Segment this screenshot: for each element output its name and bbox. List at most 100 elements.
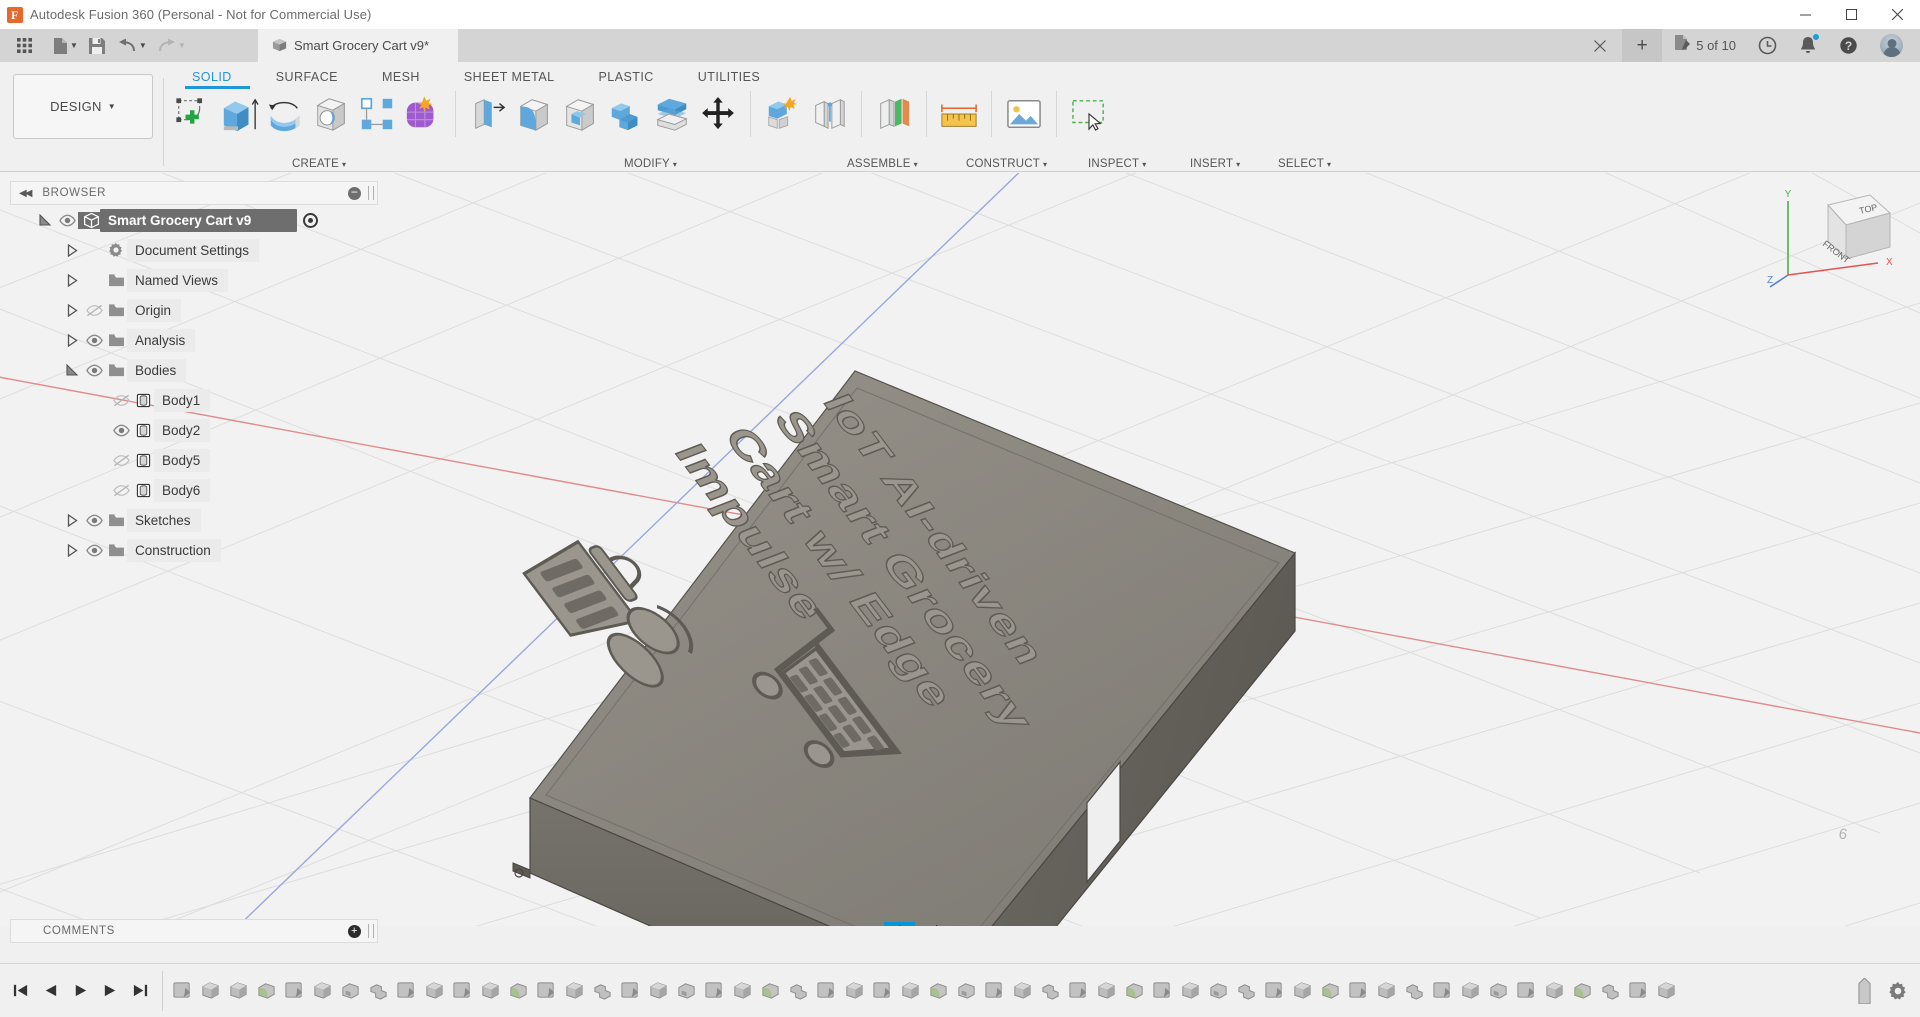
timeline-feature-item[interactable] bbox=[645, 977, 672, 1005]
document-tab[interactable]: Smart Grocery Cart v9* bbox=[258, 29, 458, 62]
ribbon-tab-mesh[interactable]: MESH bbox=[360, 68, 442, 86]
timeline-feature-item[interactable] bbox=[505, 977, 532, 1005]
ribbon-tab-plastic[interactable]: PLASTIC bbox=[577, 68, 676, 86]
browser-tree-item-analysis[interactable]: Analysis bbox=[10, 325, 378, 355]
timeline-feature-item[interactable] bbox=[1569, 977, 1596, 1005]
timeline-feature-item[interactable] bbox=[561, 977, 588, 1005]
timeline-feature-item[interactable] bbox=[981, 977, 1008, 1005]
close-button[interactable] bbox=[1874, 0, 1920, 29]
grid-snap-tool[interactable]: ▼ bbox=[1030, 922, 1071, 926]
select-tool[interactable] bbox=[1068, 90, 1110, 138]
notifications-bell-icon[interactable] bbox=[1788, 29, 1828, 62]
timeline-feature-item[interactable] bbox=[1009, 977, 1036, 1005]
pattern-tool[interactable] bbox=[356, 90, 398, 138]
viewports-tool[interactable]: ▼ bbox=[1071, 922, 1112, 926]
extrude-tool[interactable] bbox=[218, 90, 260, 138]
tree-expander-collapsed-icon[interactable] bbox=[65, 303, 79, 317]
minimize-panel-icon[interactable]: − bbox=[348, 187, 361, 200]
joint-tool[interactable] bbox=[808, 90, 850, 138]
timeline-feature-item[interactable] bbox=[1093, 977, 1120, 1005]
timeline-feature-item[interactable] bbox=[1037, 977, 1064, 1005]
panel-label-modify[interactable]: MODIFY▾ bbox=[624, 158, 677, 170]
visibility-eye-off-icon[interactable] bbox=[110, 484, 132, 497]
combine-tool[interactable] bbox=[605, 90, 647, 138]
help-icon[interactable]: ? bbox=[1828, 29, 1869, 62]
timeline-feature-item[interactable] bbox=[365, 977, 392, 1005]
browser-tree-item-smart-grocery-cart-v9[interactable]: Smart Grocery Cart v9 bbox=[10, 205, 378, 235]
timeline-feature-item[interactable] bbox=[393, 977, 420, 1005]
timeline-feature-item[interactable] bbox=[1513, 977, 1540, 1005]
ribbon-tab-solid[interactable]: SOLID bbox=[170, 68, 254, 86]
activate-component-radio[interactable] bbox=[303, 213, 318, 228]
browser-tree-item-body5[interactable]: Body5 bbox=[10, 445, 378, 475]
pan-tool[interactable] bbox=[884, 922, 915, 926]
browser-tree-item-sketches[interactable]: Sketches bbox=[10, 505, 378, 535]
user-avatar[interactable] bbox=[1869, 29, 1914, 62]
collapse-panel-icon[interactable]: ◀◀ bbox=[19, 188, 30, 199]
browser-tree-item-origin[interactable]: Origin bbox=[10, 295, 378, 325]
visibility-eye-off-icon[interactable] bbox=[83, 304, 105, 317]
timeline-feature-item[interactable] bbox=[421, 977, 448, 1005]
form-tool[interactable] bbox=[402, 90, 444, 138]
ribbon-tab-sheet-metal[interactable]: SHEET METAL bbox=[442, 68, 577, 86]
document-tab-close-button[interactable] bbox=[1578, 29, 1622, 62]
undo-button[interactable]: ▼ bbox=[118, 29, 147, 62]
browser-tree-item-body1[interactable]: Body1 bbox=[10, 385, 378, 415]
new-component-tool[interactable] bbox=[762, 90, 804, 138]
tree-expander-collapsed-icon[interactable] bbox=[65, 243, 79, 257]
move-copy-tool[interactable] bbox=[697, 90, 739, 138]
visibility-eye-icon[interactable] bbox=[83, 364, 105, 377]
panel-label-assemble[interactable]: ASSEMBLE▾ bbox=[847, 158, 918, 170]
timeline-feature-item[interactable] bbox=[1065, 977, 1092, 1005]
browser-tree-item-body6[interactable]: Body6 bbox=[10, 475, 378, 505]
ribbon-tab-utilities[interactable]: UTILITIES bbox=[676, 68, 782, 86]
browser-tree-item-named-views[interactable]: Named Views bbox=[10, 265, 378, 295]
timeline-feature-item[interactable] bbox=[225, 977, 252, 1005]
visibility-eye-icon[interactable] bbox=[83, 544, 105, 557]
timeline-feature-item[interactable] bbox=[449, 977, 476, 1005]
timeline-feature-item[interactable] bbox=[953, 977, 980, 1005]
timeline-feature-item[interactable] bbox=[1485, 977, 1512, 1005]
sphere-tool[interactable] bbox=[310, 90, 352, 138]
timeline-feature-item[interactable] bbox=[841, 977, 868, 1005]
timeline-feature-item[interactable] bbox=[589, 977, 616, 1005]
timeline-feature-item[interactable] bbox=[1261, 977, 1288, 1005]
minimize-button[interactable] bbox=[1782, 0, 1828, 29]
panel-label-construct[interactable]: CONSTRUCT▾ bbox=[966, 158, 1047, 170]
chevron-down-icon[interactable]: ▼ bbox=[139, 41, 147, 50]
visibility-eye-icon[interactable] bbox=[83, 334, 105, 347]
look-at-tool[interactable] bbox=[853, 922, 884, 926]
timeline-feature-item[interactable] bbox=[1429, 977, 1456, 1005]
resize-grip[interactable] bbox=[368, 186, 374, 200]
timeline-feature-item[interactable] bbox=[1373, 977, 1400, 1005]
workspace-switcher-button[interactable]: DESIGN ▼ bbox=[13, 74, 153, 139]
browser-tree-item-bodies[interactable]: Bodies bbox=[10, 355, 378, 385]
view-cube[interactable]: Y X Z TOP FRONT bbox=[1766, 183, 1896, 293]
timeline-feature-item[interactable] bbox=[281, 977, 308, 1005]
timeline-feature-item[interactable] bbox=[1541, 977, 1568, 1005]
chevron-down-icon[interactable]: ▼ bbox=[70, 41, 78, 50]
timeline-feature-item[interactable] bbox=[757, 977, 784, 1005]
timeline-feature-item[interactable] bbox=[197, 977, 224, 1005]
orbit-tool[interactable]: ▼ bbox=[812, 922, 853, 926]
tree-expander-collapsed-icon[interactable] bbox=[65, 513, 79, 527]
create-sketch-tool[interactable] bbox=[172, 90, 214, 138]
browser-tree-item-body2[interactable]: Body2 bbox=[10, 415, 378, 445]
insert-image-tool[interactable] bbox=[1003, 90, 1045, 138]
timeline-feature-item[interactable] bbox=[1653, 977, 1680, 1005]
browser-tree-item-document-settings[interactable]: Document Settings bbox=[10, 235, 378, 265]
shell-tool[interactable] bbox=[559, 90, 601, 138]
timeline-go-to-beginning-button[interactable] bbox=[6, 976, 34, 1006]
ribbon-tab-surface[interactable]: SURFACE bbox=[254, 68, 360, 86]
save-button[interactable] bbox=[88, 29, 106, 62]
timeline-feature-item[interactable] bbox=[701, 977, 728, 1005]
timeline-feature-item[interactable] bbox=[673, 977, 700, 1005]
add-comment-icon[interactable]: + bbox=[348, 925, 361, 938]
timeline-feature-item[interactable] bbox=[813, 977, 840, 1005]
visibility-eye-icon[interactable] bbox=[56, 214, 78, 227]
visibility-eye-icon[interactable] bbox=[110, 424, 132, 437]
new-file-button[interactable]: ▼ bbox=[53, 29, 78, 62]
timeline-step-back-button[interactable] bbox=[36, 976, 64, 1006]
timeline-feature-item[interactable] bbox=[925, 977, 952, 1005]
tree-expander-expanded-icon[interactable] bbox=[38, 213, 52, 227]
